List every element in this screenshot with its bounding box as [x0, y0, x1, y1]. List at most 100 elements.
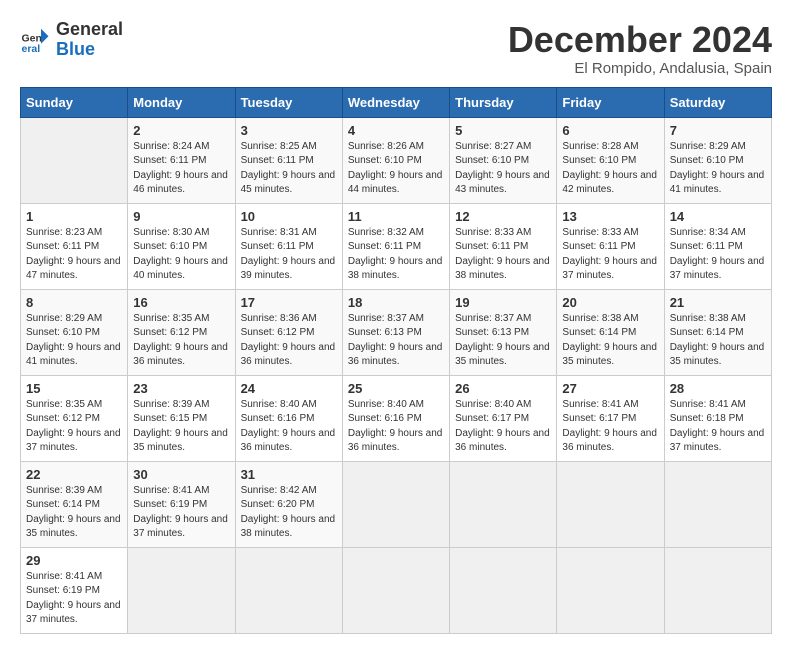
table-row: [342, 461, 449, 547]
day-number: 17: [241, 295, 337, 310]
table-row: 28Sunrise: 8:41 AM Sunset: 6:18 PM Dayli…: [664, 375, 771, 461]
table-row: 3 Sunrise: 8:25 AM Sunset: 6:11 PM Daylig…: [235, 117, 342, 203]
day-number: 1: [26, 209, 122, 224]
day-info: Sunrise: 8:32 AM Sunset: 6:11 PM Dayligh…: [348, 226, 444, 284]
table-row: 21Sunrise: 8:38 AM Sunset: 6:14 PM Dayli…: [664, 289, 771, 375]
day-number: 26: [455, 381, 551, 396]
day-info: Sunrise: 8:24 AM Sunset: 6:11 PM Dayligh…: [133, 140, 229, 198]
day-info: Sunrise: 8:34 AM Sunset: 6:11 PM Dayligh…: [670, 226, 766, 284]
day-info: Sunrise: 8:39 AM Sunset: 6:14 PM Dayligh…: [26, 484, 122, 542]
table-row: 23 Sunrise: 8:39 AM Sunset: 6:15 PM Dayli…: [128, 375, 235, 461]
table-row: 29Sunrise: 8:41 AM Sunset: 6:19 PM Dayli…: [21, 547, 128, 633]
table-row: 20 Sunrise: 8:38 AM Sunset: 6:14 PM Dayli…: [557, 289, 664, 375]
day-info: Sunrise: 8:25 AM Sunset: 6:11 PM Dayligh…: [241, 140, 337, 198]
day-number: 6: [562, 123, 658, 138]
table-row: 24 Sunrise: 8:40 AM Sunset: 6:16 PM Dayli…: [235, 375, 342, 461]
table-row: 19Sunrise: 8:37 AM Sunset: 6:13 PM Dayli…: [450, 289, 557, 375]
day-info: Sunrise: 8:37 AM Sunset: 6:13 PM Dayligh…: [348, 312, 444, 370]
table-row: [557, 547, 664, 633]
calendar-week-row: 15Sunrise: 8:35 AM Sunset: 6:12 PM Dayli…: [21, 375, 772, 461]
month-title: December 2024: [508, 20, 772, 60]
day-info: Sunrise: 8:30 AM Sunset: 6:10 PM Dayligh…: [133, 226, 229, 284]
day-number: 23: [133, 381, 229, 396]
col-friday: Friday: [557, 87, 664, 117]
day-number: 9: [133, 209, 229, 224]
day-number: 30: [133, 467, 229, 482]
day-number: 2: [133, 123, 229, 138]
day-info: Sunrise: 8:39 AM Sunset: 6:15 PM Dayligh…: [133, 398, 229, 456]
day-number: 3: [241, 123, 337, 138]
day-info: Sunrise: 8:36 AM Sunset: 6:12 PM Dayligh…: [241, 312, 337, 370]
col-saturday: Saturday: [664, 87, 771, 117]
day-info: Sunrise: 8:42 AM Sunset: 6:20 PM Dayligh…: [241, 484, 337, 542]
table-row: [128, 547, 235, 633]
day-info: Sunrise: 8:33 AM Sunset: 6:11 PM Dayligh…: [455, 226, 551, 284]
day-number: 16: [133, 295, 229, 310]
table-row: 8 Sunrise: 8:29 AM Sunset: 6:10 PM Daylig…: [21, 289, 128, 375]
calendar-week-row: 29Sunrise: 8:41 AM Sunset: 6:19 PM Dayli…: [21, 547, 772, 633]
table-row: [21, 117, 128, 203]
day-info: Sunrise: 8:40 AM Sunset: 6:16 PM Dayligh…: [348, 398, 444, 456]
table-row: 30Sunrise: 8:41 AM Sunset: 6:19 PM Dayli…: [128, 461, 235, 547]
logo: Gen eral General Blue: [20, 20, 123, 60]
table-row: 2 Sunrise: 8:24 AM Sunset: 6:11 PM Daylig…: [128, 117, 235, 203]
logo-blue: Blue: [56, 39, 95, 59]
day-number: 12: [455, 209, 551, 224]
day-info: Sunrise: 8:23 AM Sunset: 6:11 PM Dayligh…: [26, 226, 122, 284]
day-number: 15: [26, 381, 122, 396]
calendar-table: Sunday Monday Tuesday Wednesday Thursday…: [20, 87, 772, 634]
table-row: [664, 461, 771, 547]
table-row: 13Sunrise: 8:33 AM Sunset: 6:11 PM Dayli…: [557, 203, 664, 289]
calendar-week-row: 1 Sunrise: 8:23 AM Sunset: 6:11 PM Daylig…: [21, 203, 772, 289]
svg-text:eral: eral: [22, 43, 41, 55]
col-thursday: Thursday: [450, 87, 557, 117]
table-row: 17 Sunrise: 8:36 AM Sunset: 6:12 PM Dayli…: [235, 289, 342, 375]
table-row: [664, 547, 771, 633]
calendar-header-row: Sunday Monday Tuesday Wednesday Thursday…: [21, 87, 772, 117]
day-number: 14: [670, 209, 766, 224]
table-row: [450, 461, 557, 547]
day-info: Sunrise: 8:29 AM Sunset: 6:10 PM Dayligh…: [670, 140, 766, 198]
table-row: 16 Sunrise: 8:35 AM Sunset: 6:12 PM Dayli…: [128, 289, 235, 375]
day-number: 19: [455, 295, 551, 310]
day-number: 5: [455, 123, 551, 138]
col-wednesday: Wednesday: [342, 87, 449, 117]
day-info: Sunrise: 8:27 AM Sunset: 6:10 PM Dayligh…: [455, 140, 551, 198]
day-info: Sunrise: 8:31 AM Sunset: 6:11 PM Dayligh…: [241, 226, 337, 284]
title-block: December 2024 El Rompido, Andalusia, Spa…: [508, 20, 772, 77]
day-number: 8: [26, 295, 122, 310]
day-info: Sunrise: 8:40 AM Sunset: 6:16 PM Dayligh…: [241, 398, 337, 456]
table-row: 11Sunrise: 8:32 AM Sunset: 6:11 PM Dayli…: [342, 203, 449, 289]
table-row: 7Sunrise: 8:29 AM Sunset: 6:10 PM Daylig…: [664, 117, 771, 203]
day-number: 24: [241, 381, 337, 396]
table-row: 14 Sunrise: 8:34 AM Sunset: 6:11 PM Dayli…: [664, 203, 771, 289]
day-number: 20: [562, 295, 658, 310]
table-row: [235, 547, 342, 633]
logo-general: General: [56, 19, 123, 39]
table-row: 15Sunrise: 8:35 AM Sunset: 6:12 PM Dayli…: [21, 375, 128, 461]
day-info: Sunrise: 8:38 AM Sunset: 6:14 PM Dayligh…: [562, 312, 658, 370]
day-info: Sunrise: 8:26 AM Sunset: 6:10 PM Dayligh…: [348, 140, 444, 198]
table-row: 9 Sunrise: 8:30 AM Sunset: 6:10 PM Daylig…: [128, 203, 235, 289]
table-row: [450, 547, 557, 633]
logo-text: General Blue: [56, 20, 123, 60]
day-number: 29: [26, 553, 122, 568]
calendar-week-row: 22 Sunrise: 8:39 AM Sunset: 6:14 PM Dayli…: [21, 461, 772, 547]
table-row: 27Sunrise: 8:41 AM Sunset: 6:17 PM Dayli…: [557, 375, 664, 461]
day-info: Sunrise: 8:35 AM Sunset: 6:12 PM Dayligh…: [133, 312, 229, 370]
day-number: 22: [26, 467, 122, 482]
day-info: Sunrise: 8:41 AM Sunset: 6:18 PM Dayligh…: [670, 398, 766, 456]
day-info: Sunrise: 8:33 AM Sunset: 6:11 PM Dayligh…: [562, 226, 658, 284]
table-row: 25 Sunrise: 8:40 AM Sunset: 6:16 PM Dayli…: [342, 375, 449, 461]
day-info: Sunrise: 8:28 AM Sunset: 6:10 PM Dayligh…: [562, 140, 658, 198]
table-row: 1 Sunrise: 8:23 AM Sunset: 6:11 PM Daylig…: [21, 203, 128, 289]
col-tuesday: Tuesday: [235, 87, 342, 117]
day-info: Sunrise: 8:29 AM Sunset: 6:10 PM Dayligh…: [26, 312, 122, 370]
day-number: 31: [241, 467, 337, 482]
day-number: 4: [348, 123, 444, 138]
col-monday: Monday: [128, 87, 235, 117]
day-info: Sunrise: 8:38 AM Sunset: 6:14 PM Dayligh…: [670, 312, 766, 370]
day-number: 18: [348, 295, 444, 310]
table-row: 6 Sunrise: 8:28 AM Sunset: 6:10 PM Daylig…: [557, 117, 664, 203]
day-number: 25: [348, 381, 444, 396]
